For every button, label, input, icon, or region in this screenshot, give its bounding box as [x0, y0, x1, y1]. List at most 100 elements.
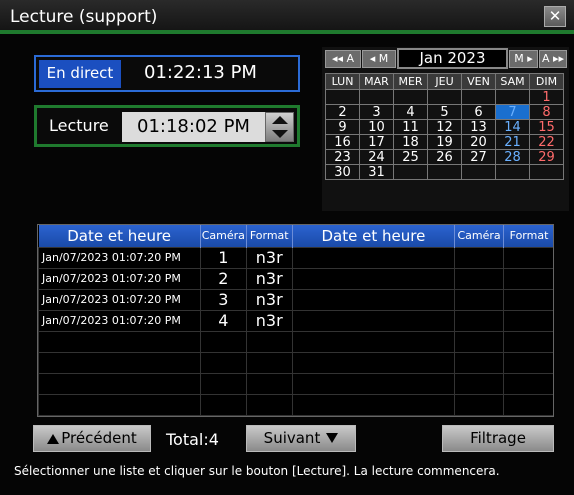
table-row[interactable] — [38, 330, 553, 353]
playback-time-field[interactable]: 01:18:02 PM — [122, 112, 265, 142]
cell-empty[interactable] — [454, 330, 505, 353]
cell-empty[interactable] — [291, 309, 456, 332]
cell-camera[interactable]: 4 — [199, 309, 247, 332]
cell-empty[interactable] — [291, 288, 456, 311]
calendar-day[interactable] — [393, 89, 428, 105]
cell-empty[interactable] — [245, 330, 293, 353]
cell-camera[interactable]: 1 — [199, 246, 247, 269]
cell-empty[interactable] — [245, 393, 293, 416]
calendar-day[interactable]: 2 — [325, 104, 360, 120]
calendar-day[interactable] — [359, 89, 394, 105]
cell-empty[interactable] — [199, 393, 247, 416]
calendar-day[interactable] — [461, 164, 496, 180]
cell-format[interactable]: n3r — [245, 246, 293, 269]
filter-button[interactable]: Filtrage — [442, 425, 554, 452]
cell-empty[interactable] — [454, 267, 505, 290]
calendar-day[interactable]: 25 — [393, 149, 428, 165]
close-button[interactable]: ✕ — [544, 6, 566, 27]
cell-empty[interactable] — [503, 330, 553, 353]
spin-up-icon[interactable] — [272, 116, 288, 124]
calendar-day[interactable]: 1 — [529, 89, 564, 105]
calendar-day[interactable]: 3 — [359, 104, 394, 120]
cell-empty[interactable] — [291, 393, 456, 416]
cell-empty[interactable] — [503, 267, 553, 290]
cell-datetime[interactable]: Jan/07/2023 01:07:20 PM — [38, 246, 201, 269]
calendar-day[interactable]: 24 — [359, 149, 394, 165]
calendar-day[interactable]: 30 — [325, 164, 360, 180]
calendar-day-selected[interactable]: 7 — [495, 104, 530, 120]
calendar-day[interactable]: 20 — [461, 134, 496, 150]
calendar-day[interactable]: 4 — [393, 104, 428, 120]
calendar-day[interactable]: 10 — [359, 119, 394, 135]
cell-empty[interactable] — [454, 393, 505, 416]
calendar-day[interactable]: 22 — [529, 134, 564, 150]
calendar-day[interactable] — [393, 164, 428, 180]
spin-down-icon[interactable] — [272, 130, 288, 138]
column-header-format[interactable]: Format — [246, 225, 293, 247]
table-row[interactable]: Jan/07/2023 01:07:20 PM 4 n3r — [38, 309, 553, 332]
calendar-day[interactable] — [325, 89, 360, 105]
table-row[interactable]: Jan/07/2023 01:07:20 PM 3 n3r — [38, 288, 553, 311]
calendar-day[interactable]: 8 — [529, 104, 564, 120]
cell-empty[interactable] — [291, 351, 456, 374]
cell-datetime[interactable]: Jan/07/2023 01:07:20 PM — [38, 267, 201, 290]
calendar-day[interactable] — [427, 89, 462, 105]
table-row[interactable]: Jan/07/2023 01:07:20 PM 1 n3r — [38, 246, 553, 269]
next-year-button[interactable]: A ▸▸ — [539, 50, 567, 68]
cell-empty[interactable] — [38, 393, 201, 416]
table-row[interactable] — [38, 372, 553, 395]
calendar-day[interactable]: 17 — [359, 134, 394, 150]
cell-empty[interactable] — [199, 372, 247, 395]
cell-empty[interactable] — [38, 330, 201, 353]
calendar-day[interactable]: 13 — [461, 119, 496, 135]
calendar-day[interactable]: 16 — [325, 134, 360, 150]
cell-datetime[interactable]: Jan/07/2023 01:07:20 PM — [38, 288, 201, 311]
cell-empty[interactable] — [454, 288, 505, 311]
time-spinner[interactable] — [265, 112, 294, 142]
cell-empty[interactable] — [503, 246, 553, 269]
column-header-camera[interactable]: Caméra — [200, 225, 247, 247]
calendar-day[interactable] — [495, 164, 530, 180]
cell-empty[interactable] — [454, 309, 505, 332]
calendar-day[interactable]: 29 — [529, 149, 564, 165]
cell-empty[interactable] — [38, 351, 201, 374]
calendar-day[interactable] — [529, 164, 564, 180]
cell-camera[interactable]: 2 — [199, 267, 247, 290]
calendar-day[interactable]: 23 — [325, 149, 360, 165]
calendar-day[interactable] — [427, 164, 462, 180]
cell-format[interactable]: n3r — [245, 267, 293, 290]
cell-empty[interactable] — [291, 246, 456, 269]
cell-empty[interactable] — [454, 246, 505, 269]
column-header-format[interactable]: Format — [503, 225, 553, 247]
table-row[interactable] — [38, 393, 553, 416]
prev-month-button[interactable]: ◂ M — [362, 50, 396, 68]
calendar-day[interactable]: 9 — [325, 119, 360, 135]
calendar-day[interactable]: 6 — [461, 104, 496, 120]
calendar-day[interactable]: 31 — [359, 164, 394, 180]
table-row[interactable]: Jan/07/2023 01:07:20 PM 2 n3r — [38, 267, 553, 290]
cell-format[interactable]: n3r — [245, 309, 293, 332]
cell-empty[interactable] — [503, 288, 553, 311]
table-row[interactable] — [38, 351, 553, 374]
calendar-day[interactable] — [495, 89, 530, 105]
calendar-day[interactable] — [461, 89, 496, 105]
cell-empty[interactable] — [291, 267, 456, 290]
calendar-day[interactable]: 21 — [495, 134, 530, 150]
cell-camera[interactable]: 3 — [199, 288, 247, 311]
calendar-day[interactable]: 18 — [393, 134, 428, 150]
calendar-day[interactable]: 15 — [529, 119, 564, 135]
cell-datetime[interactable]: Jan/07/2023 01:07:20 PM — [38, 309, 201, 332]
cell-empty[interactable] — [245, 351, 293, 374]
cell-empty[interactable] — [38, 372, 201, 395]
live-button[interactable]: En direct — [39, 60, 121, 88]
calendar-day[interactable]: 12 — [427, 119, 462, 135]
cell-empty[interactable] — [291, 372, 456, 395]
prev-year-button[interactable]: ◂◂ A — [325, 50, 361, 68]
cell-empty[interactable] — [503, 393, 553, 416]
cell-empty[interactable] — [503, 372, 553, 395]
calendar-day[interactable]: 28 — [495, 149, 530, 165]
calendar-day[interactable]: 26 — [427, 149, 462, 165]
calendar-day[interactable]: 14 — [495, 119, 530, 135]
cell-empty[interactable] — [291, 330, 456, 353]
previous-button[interactable]: Précédent — [33, 425, 151, 452]
